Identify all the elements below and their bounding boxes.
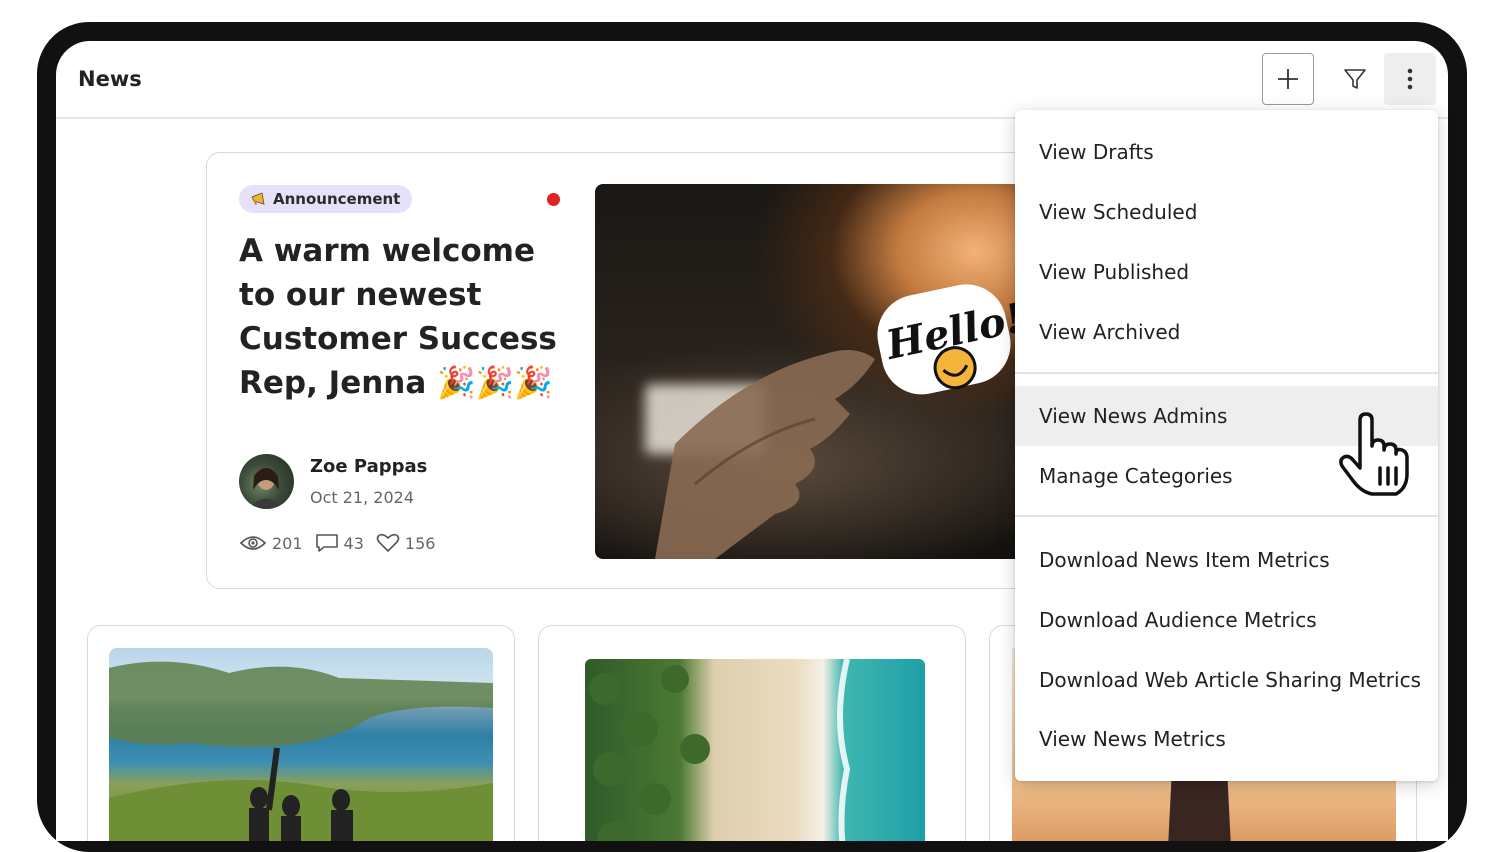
engagement-stats: 201 43 156 (239, 533, 447, 553)
menu-item-view-news-metrics[interactable]: View News Metrics (1015, 709, 1438, 769)
badge-label: Announcement (273, 190, 401, 208)
menu-item-view-archived[interactable]: View Archived (1015, 302, 1438, 362)
menu-divider (1015, 515, 1438, 517)
menu-item-download-web-article-sharing-metrics[interactable]: Download Web Article Sharing Metrics (1015, 650, 1438, 710)
heart-icon (376, 533, 400, 552)
menu-item-download-news-item-metrics[interactable]: Download News Item Metrics (1015, 530, 1438, 590)
menu-item-view-scheduled[interactable]: View Scheduled (1015, 182, 1438, 242)
filter-button[interactable] (1329, 53, 1381, 105)
category-badge: Announcement (239, 185, 413, 213)
menu-item-view-drafts[interactable]: View Drafts (1015, 122, 1438, 182)
menu-item-view-published[interactable]: View Published (1015, 242, 1438, 302)
menu-item-download-audience-metrics[interactable]: Download Audience Metrics (1015, 590, 1438, 650)
filter-icon (1344, 69, 1366, 89)
add-news-button[interactable] (1262, 53, 1314, 105)
publish-date: Oct 21, 2024 (310, 488, 414, 507)
news-card[interactable] (87, 625, 515, 841)
news-headline[interactable]: A warm welcome to our newest Customer Su… (239, 229, 559, 405)
comments-count: 43 (343, 533, 364, 553)
likes-count: 156 (404, 533, 436, 553)
views-stat: 201 (239, 534, 303, 553)
news-card[interactable] (538, 625, 966, 841)
menu-divider (1015, 372, 1438, 374)
likes-stat[interactable]: 156 (376, 533, 436, 553)
author-name: Zoe Pappas (310, 456, 428, 477)
views-count: 201 (272, 533, 303, 553)
comment-icon (315, 534, 338, 552)
megaphone-icon (251, 192, 265, 205)
plus-icon (1278, 69, 1298, 89)
news-card-image (109, 648, 493, 841)
eye-icon (239, 536, 267, 550)
news-card-image (585, 658, 925, 841)
more-options-button[interactable] (1384, 53, 1436, 105)
page-title: News (78, 67, 142, 91)
comments-stat[interactable]: 43 (315, 533, 364, 553)
unread-indicator (547, 193, 560, 206)
page-header: News (56, 41, 1448, 119)
vertical-ellipsis-icon (1407, 68, 1413, 90)
avatar (239, 454, 294, 509)
hand-pointer-cursor-icon (1339, 412, 1409, 496)
